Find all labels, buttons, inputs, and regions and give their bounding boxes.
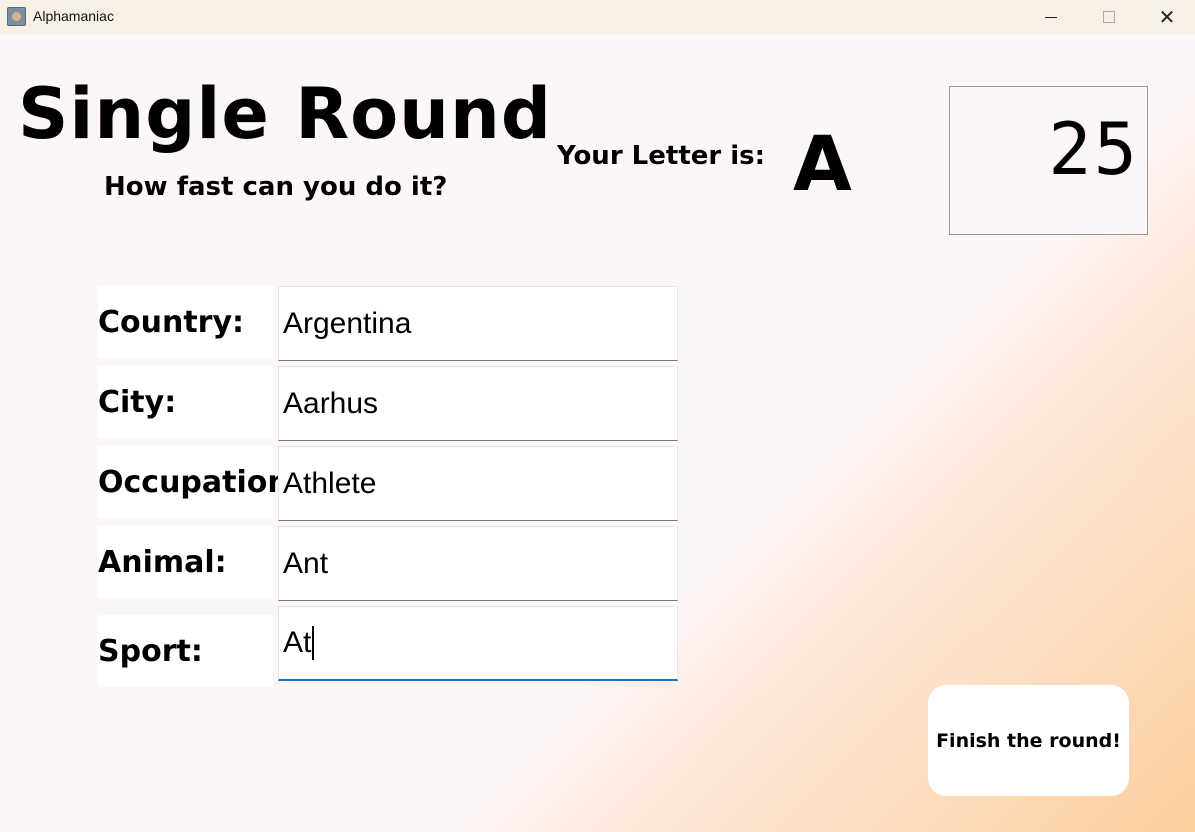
timer-value: 25 xyxy=(1048,107,1139,191)
page-title: Single Round xyxy=(18,73,552,155)
maximize-button[interactable] xyxy=(1080,0,1138,34)
occupation-input[interactable]: Athlete xyxy=(278,446,678,521)
field-label-city: City: xyxy=(98,366,273,438)
close-button[interactable]: ✕ xyxy=(1138,0,1195,34)
animal-input-value: Ant xyxy=(283,546,329,580)
minimize-icon xyxy=(1045,16,1057,18)
page-subtitle: How fast can you do it? xyxy=(104,172,448,202)
maximize-icon xyxy=(1103,11,1115,23)
sport-input-value: At xyxy=(283,626,312,659)
close-icon: ✕ xyxy=(1158,5,1176,29)
city-input-value: Aarhus xyxy=(283,386,379,420)
animal-input[interactable]: Ant xyxy=(278,526,678,601)
main-content: Single Round How fast can you do it? You… xyxy=(0,34,1195,832)
minimize-button[interactable] xyxy=(1022,0,1080,34)
field-label-sport: Sport: xyxy=(98,615,273,687)
country-input[interactable]: Argentina xyxy=(278,286,678,361)
letter-value: A xyxy=(793,119,852,208)
timer-display: 25 xyxy=(949,86,1148,235)
field-label-animal: Animal: xyxy=(98,526,273,598)
sport-input[interactable]: At xyxy=(278,606,678,681)
window-title: Alphamaniac xyxy=(33,8,114,24)
app-icon xyxy=(7,7,26,26)
field-label-occupation: Occupation: xyxy=(98,446,301,518)
text-caret xyxy=(312,626,315,660)
letter-label: Your Letter is: xyxy=(557,141,766,171)
country-input-value: Argentina xyxy=(283,306,412,340)
field-label-country: Country: xyxy=(98,286,273,358)
title-bar: Alphamaniac ✕ xyxy=(0,0,1195,34)
finish-round-button[interactable]: Finish the round! xyxy=(928,685,1129,796)
city-input[interactable]: Aarhus xyxy=(278,366,678,441)
occupation-input-value: Athlete xyxy=(283,466,377,500)
